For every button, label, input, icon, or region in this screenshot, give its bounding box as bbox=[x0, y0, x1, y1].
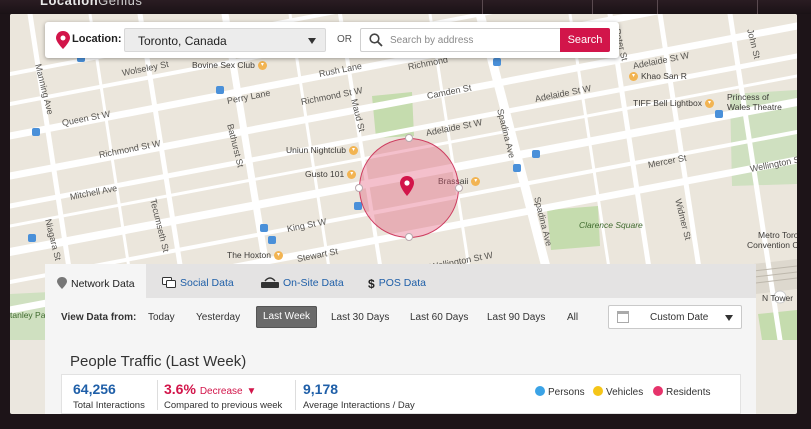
search-placeholder: Search by address bbox=[390, 35, 474, 46]
header-divider bbox=[482, 0, 483, 14]
stat-divider bbox=[157, 380, 158, 410]
chevron-down-icon bbox=[308, 38, 316, 44]
average-label: Average Interactions / Day bbox=[303, 400, 415, 411]
location-select[interactable]: Toronto, Canada bbox=[124, 28, 326, 52]
header-divider bbox=[592, 0, 593, 14]
stat-divider bbox=[295, 380, 296, 410]
transit-stop-icon[interactable] bbox=[532, 150, 540, 158]
poi-label[interactable]: Bovine Sex Club ▾ bbox=[192, 60, 267, 71]
change-value: 3.6% bbox=[164, 381, 196, 397]
legend-persons[interactable]: Persons bbox=[535, 386, 585, 398]
tab-network-data[interactable]: Network Data bbox=[45, 264, 146, 298]
location-label: Location: bbox=[72, 33, 122, 45]
location-select-value: Toronto, Canada bbox=[138, 34, 227, 48]
poi-label[interactable]: Princess of Wales Theatre bbox=[727, 92, 782, 112]
transit-stop-icon[interactable] bbox=[268, 236, 276, 244]
legend-residents[interactable]: Residents bbox=[653, 386, 710, 398]
range-last-week-button[interactable]: Last Week bbox=[256, 306, 318, 328]
header-divider bbox=[757, 0, 758, 14]
poi-label[interactable]: TIFF Bell Lightbox ▾ bbox=[633, 98, 714, 109]
social-icon bbox=[162, 277, 176, 288]
poi-label[interactable]: tanley Par bbox=[10, 310, 48, 320]
dollar-icon: $ bbox=[368, 277, 375, 291]
main-frame: Queen St W Richmond St W Richmond St W R… bbox=[10, 14, 797, 414]
location-bar: Location: Toronto, Canada OR Search by a… bbox=[45, 22, 619, 58]
chevron-down-icon bbox=[725, 315, 733, 321]
data-tabs: Network Data Social Data On-Site Data $ P… bbox=[45, 264, 756, 298]
legend-dot bbox=[653, 386, 663, 396]
range-today-button[interactable]: Today bbox=[148, 312, 175, 323]
total-interactions-label: Total Interactions bbox=[73, 400, 145, 411]
transit-stop-icon[interactable] bbox=[32, 128, 40, 136]
change-direction: Decrease bbox=[199, 386, 243, 397]
tab-pos-data[interactable]: $ POS Data bbox=[368, 264, 426, 298]
stat-total-interactions: 64,256 Total Interactions bbox=[73, 381, 145, 411]
poi-label[interactable]: The Hoxton ▾ bbox=[227, 250, 283, 261]
range-last-60-days-button[interactable]: Last 60 Days bbox=[410, 312, 468, 323]
view-data-label: View Data from: bbox=[61, 312, 137, 323]
radius-handle[interactable] bbox=[405, 233, 413, 241]
transit-stop-icon[interactable] bbox=[715, 110, 723, 118]
custom-date-select[interactable]: Custom Date bbox=[608, 305, 742, 329]
down-arrow-icon: ▼ bbox=[246, 386, 257, 397]
address-search-input[interactable]: Search by address bbox=[360, 28, 561, 52]
range-yesterday-button[interactable]: Yesterday bbox=[196, 312, 240, 323]
network-icon bbox=[57, 277, 67, 289]
poi-label[interactable]: N Tower bbox=[762, 293, 793, 303]
radius-handle[interactable] bbox=[355, 184, 363, 192]
tab-on-site-data[interactable]: On-Site Data bbox=[261, 264, 344, 298]
custom-date-label: Custom Date bbox=[650, 312, 709, 323]
change-label: Compared to previous week bbox=[164, 400, 283, 411]
stat-average: 9,178 Average Interactions / Day bbox=[303, 381, 415, 411]
data-panel: Network Data Social Data On-Site Data $ P… bbox=[45, 264, 756, 414]
transit-stop-icon[interactable] bbox=[493, 58, 501, 66]
total-interactions-value: 64,256 bbox=[73, 381, 116, 397]
average-value: 9,178 bbox=[303, 381, 339, 397]
or-separator: OR bbox=[337, 34, 352, 45]
view-data-row: View Data from: Today Yesterday Last Wee… bbox=[45, 298, 756, 334]
poi-label[interactable]: Gusto 101 ▾ bbox=[305, 169, 357, 180]
poi-label[interactable]: ▾ Khao San R bbox=[629, 71, 687, 82]
transit-stop-icon[interactable] bbox=[28, 234, 36, 242]
transit-stop-icon[interactable] bbox=[513, 164, 521, 172]
search-button[interactable]: Search bbox=[560, 28, 610, 52]
poi-label[interactable]: Metro TorontoConvention Cent bbox=[747, 230, 797, 250]
legend-vehicles[interactable]: Vehicles bbox=[593, 386, 643, 398]
poi-label[interactable]: Uniun Nightclub ▾ bbox=[286, 145, 359, 156]
tab-social-data[interactable]: Social Data bbox=[162, 264, 234, 298]
stat-change: 3.6% Decrease ▼ Compared to previous wee… bbox=[164, 381, 282, 411]
range-last-90-days-button[interactable]: Last 90 Days bbox=[487, 312, 545, 323]
location-pin-icon[interactable] bbox=[400, 176, 414, 196]
radius-handle[interactable] bbox=[455, 184, 463, 192]
transit-stop-icon[interactable] bbox=[216, 86, 224, 94]
range-all-button[interactable]: All bbox=[567, 312, 578, 323]
onsite-icon bbox=[261, 277, 279, 288]
search-icon bbox=[369, 33, 383, 47]
legend-dot bbox=[535, 386, 545, 396]
calendar-icon bbox=[617, 311, 629, 323]
transit-stop-icon[interactable] bbox=[260, 224, 268, 232]
header-divider bbox=[657, 0, 658, 14]
section-title: People Traffic (Last Week) bbox=[70, 353, 247, 370]
app-header: LocationGenius bbox=[0, 0, 811, 14]
poi-label[interactable]: Clarence Square bbox=[579, 220, 643, 230]
range-last-30-days-button[interactable]: Last 30 Days bbox=[331, 312, 389, 323]
radius-handle[interactable] bbox=[405, 134, 413, 142]
legend-dot bbox=[593, 386, 603, 396]
location-pin-icon bbox=[56, 31, 70, 49]
window-edge bbox=[797, 14, 811, 429]
app-logo[interactable]: LocationGenius bbox=[40, 0, 142, 8]
traffic-summary: 64,256 Total Interactions 3.6% Decrease … bbox=[61, 374, 741, 414]
